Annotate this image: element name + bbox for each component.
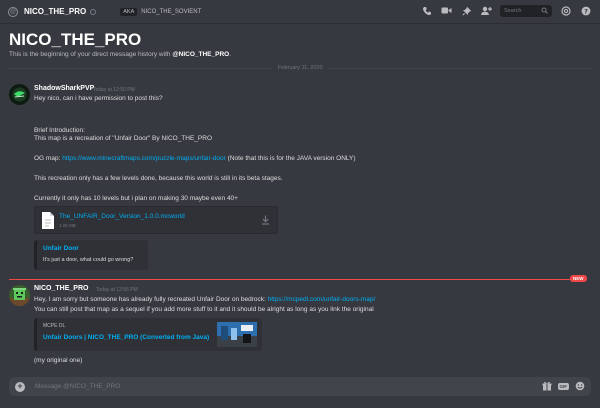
- add-attachment-icon[interactable]: +: [15, 381, 25, 392]
- dm-username: NICO_THE_PRO: [24, 7, 87, 16]
- message-input[interactable]: [35, 383, 505, 390]
- og-map-label: OG map:: [34, 155, 61, 162]
- gif-button[interactable]: GIF: [557, 382, 569, 390]
- new-badge: NEW: [570, 275, 587, 282]
- avatar-nico[interactable]: [9, 285, 30, 306]
- message-timestamp: Today at 12:56 PM: [96, 287, 138, 293]
- message-text: This recreation only has a few levels do…: [34, 175, 283, 182]
- search-placeholder: Search: [504, 7, 522, 14]
- at-sign-icon: @: [8, 6, 18, 17]
- download-icon[interactable]: [261, 215, 270, 225]
- message-timestamp: Today at 12:50 PM: [93, 87, 135, 93]
- message-text: Hey nico, can i have permission to post …: [34, 95, 163, 102]
- link-embed: Unfair Door It's just a door, what could…: [34, 240, 148, 270]
- aka-badge: AKA: [120, 7, 138, 16]
- avatar-shadowshark[interactable]: [9, 84, 30, 105]
- embed-description: It's just a door, what could go wrong?: [43, 257, 134, 263]
- composer-icons: GIF: [542, 381, 586, 391]
- message-text: This map is a recreation of "Unfair Door…: [34, 135, 213, 142]
- search-icon: [541, 7, 548, 14]
- message-text: Hey, I am sorry but someone has already …: [34, 296, 375, 303]
- embed-provider: MCPE DL: [43, 323, 66, 329]
- mentions-icon[interactable]: [559, 4, 572, 17]
- new-messages-divider: [9, 279, 575, 280]
- message-composer: + GIF: [9, 377, 591, 396]
- embed-title[interactable]: Unfair Doors | NICO_THE_PRO (Converted f…: [43, 334, 209, 341]
- og-map-note: (Note that this is for the JAVA version …: [227, 155, 356, 162]
- svg-text:?: ?: [584, 7, 588, 15]
- date-divider: February 11, 2020: [272, 65, 329, 71]
- intro-suffix: .: [229, 51, 232, 58]
- reply-text: Hey, I am sorry but someone has already …: [34, 296, 266, 303]
- emoji-icon[interactable]: [575, 381, 585, 391]
- embed-title[interactable]: Unfair Door: [43, 245, 79, 252]
- message-text: (my original one): [34, 357, 83, 364]
- intro-prefix: This is the beginning of your direct mes…: [9, 51, 173, 58]
- gift-icon[interactable]: [542, 381, 552, 391]
- file-attachment: The_UNFAIR_Door_Version_1.0.0.mcworld 1.…: [34, 206, 278, 234]
- intro-mention: @NICO_THE_PRO: [172, 51, 230, 58]
- dm-title: NICO_THE_PRO: [9, 30, 142, 49]
- message-text: You can still post that map as a sequel …: [34, 306, 374, 313]
- message-text: OG map: https://www.minecraftmaps.com/pu…: [34, 155, 356, 162]
- pin-icon[interactable]: [460, 4, 473, 17]
- top-icons: Search ?: [420, 4, 592, 17]
- og-map-link[interactable]: https://www.minecraftmaps.com/puzzle-map…: [62, 155, 226, 162]
- attachment-size: 1.05 MB: [59, 223, 76, 228]
- voice-call-icon[interactable]: [420, 4, 433, 17]
- file-icon: [42, 212, 54, 229]
- embed-thumbnail[interactable]: [217, 322, 257, 347]
- dm-intro-text: This is the beginning of your direct mes…: [9, 51, 231, 58]
- message-text: Brief Introduction:: [34, 127, 85, 134]
- mcpedl-link[interactable]: https://mcpedl.com/unfair-doors-map/: [268, 296, 376, 303]
- message-author[interactable]: NICO_THE_PRO: [34, 285, 88, 292]
- help-icon[interactable]: ?: [579, 4, 592, 17]
- message-text: Currently it only has 10 levels but i pl…: [34, 195, 238, 202]
- add-friend-icon[interactable]: [480, 4, 493, 17]
- link-embed: MCPE DL Unfair Doors | NICO_THE_PRO (Con…: [34, 318, 262, 351]
- video-call-icon[interactable]: [440, 4, 453, 17]
- top-bar: @ NICO_THE_PRO AKA NICO_THE_SOVIENT Sear…: [0, 0, 600, 24]
- search-input[interactable]: Search: [500, 4, 552, 17]
- aka-name: NICO_THE_SOVIENT: [141, 8, 202, 15]
- status-offline-icon: [90, 8, 97, 15]
- attachment-filename[interactable]: The_UNFAIR_Door_Version_1.0.0.mcworld: [59, 213, 185, 220]
- message-author[interactable]: ShadowSharkPVP: [34, 85, 94, 92]
